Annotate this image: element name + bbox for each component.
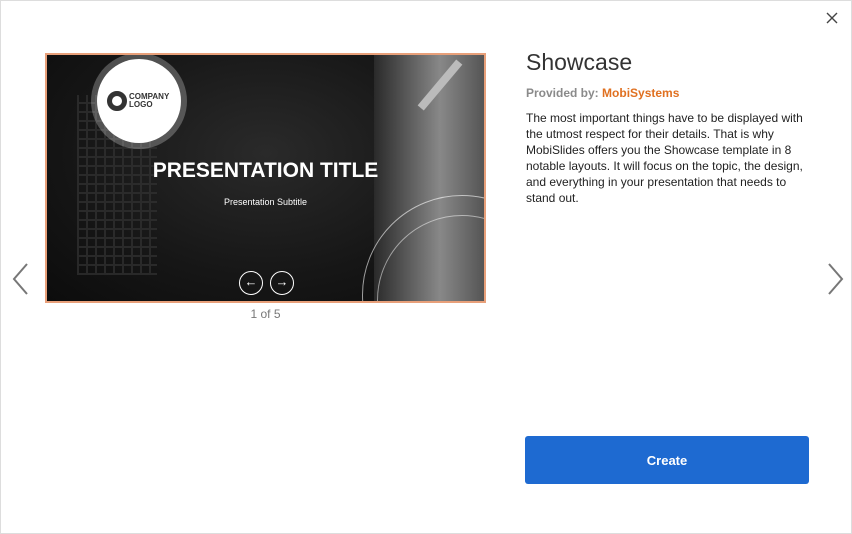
previous-template-chevron-icon[interactable] [9,261,33,297]
next-template-chevron-icon[interactable] [823,261,847,297]
slide-pager: 1 of 5 [250,307,281,321]
slide-next-arrow-icon[interactable]: → [270,271,294,295]
provider-name: MobiSystems [602,86,680,100]
slide-subtitle: Presentation Subtitle [223,197,308,207]
template-preview: COMPANY LOGO PRESENTATION TITLE Presenta… [45,53,486,303]
provider-line: Provided by: MobiSystems [526,86,816,100]
logo-text: COMPANY LOGO [129,92,170,109]
provided-by-label: Provided by: [526,86,599,100]
template-name: Showcase [526,49,633,75]
slide-title: PRESENTATION TITLE [152,159,379,182]
slide-prev-arrow-icon[interactable]: ← [239,271,263,295]
template-info: Showcase Provided by: MobiSystems The mo… [526,49,816,206]
close-icon[interactable] [823,9,841,27]
logo-ring-icon [107,91,127,111]
company-logo: COMPANY LOGO [97,59,181,143]
template-description: The most important things have to be dis… [526,111,803,205]
create-button[interactable]: Create [525,436,809,484]
